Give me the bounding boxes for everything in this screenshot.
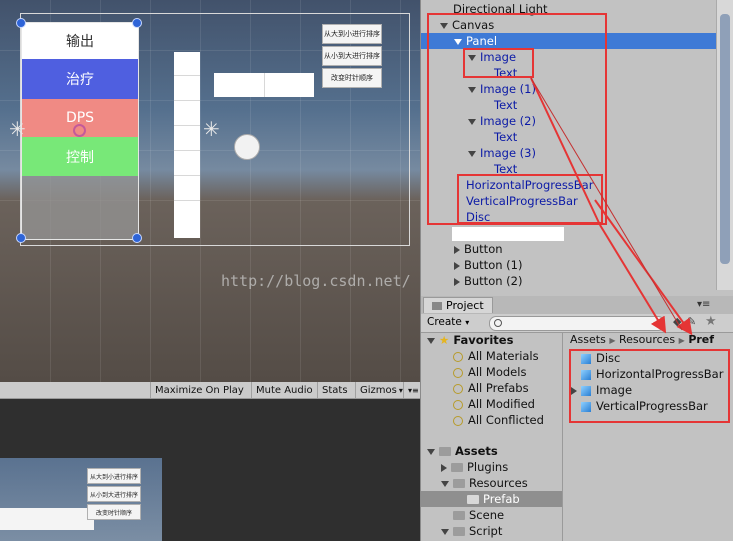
annotation-arrow [599, 224, 667, 334]
annotation-arrow [530, 77, 601, 226]
annotation-arrow [530, 77, 683, 331]
annotation-arrow [594, 199, 693, 336]
annotation-arrows [530, 77, 693, 336]
